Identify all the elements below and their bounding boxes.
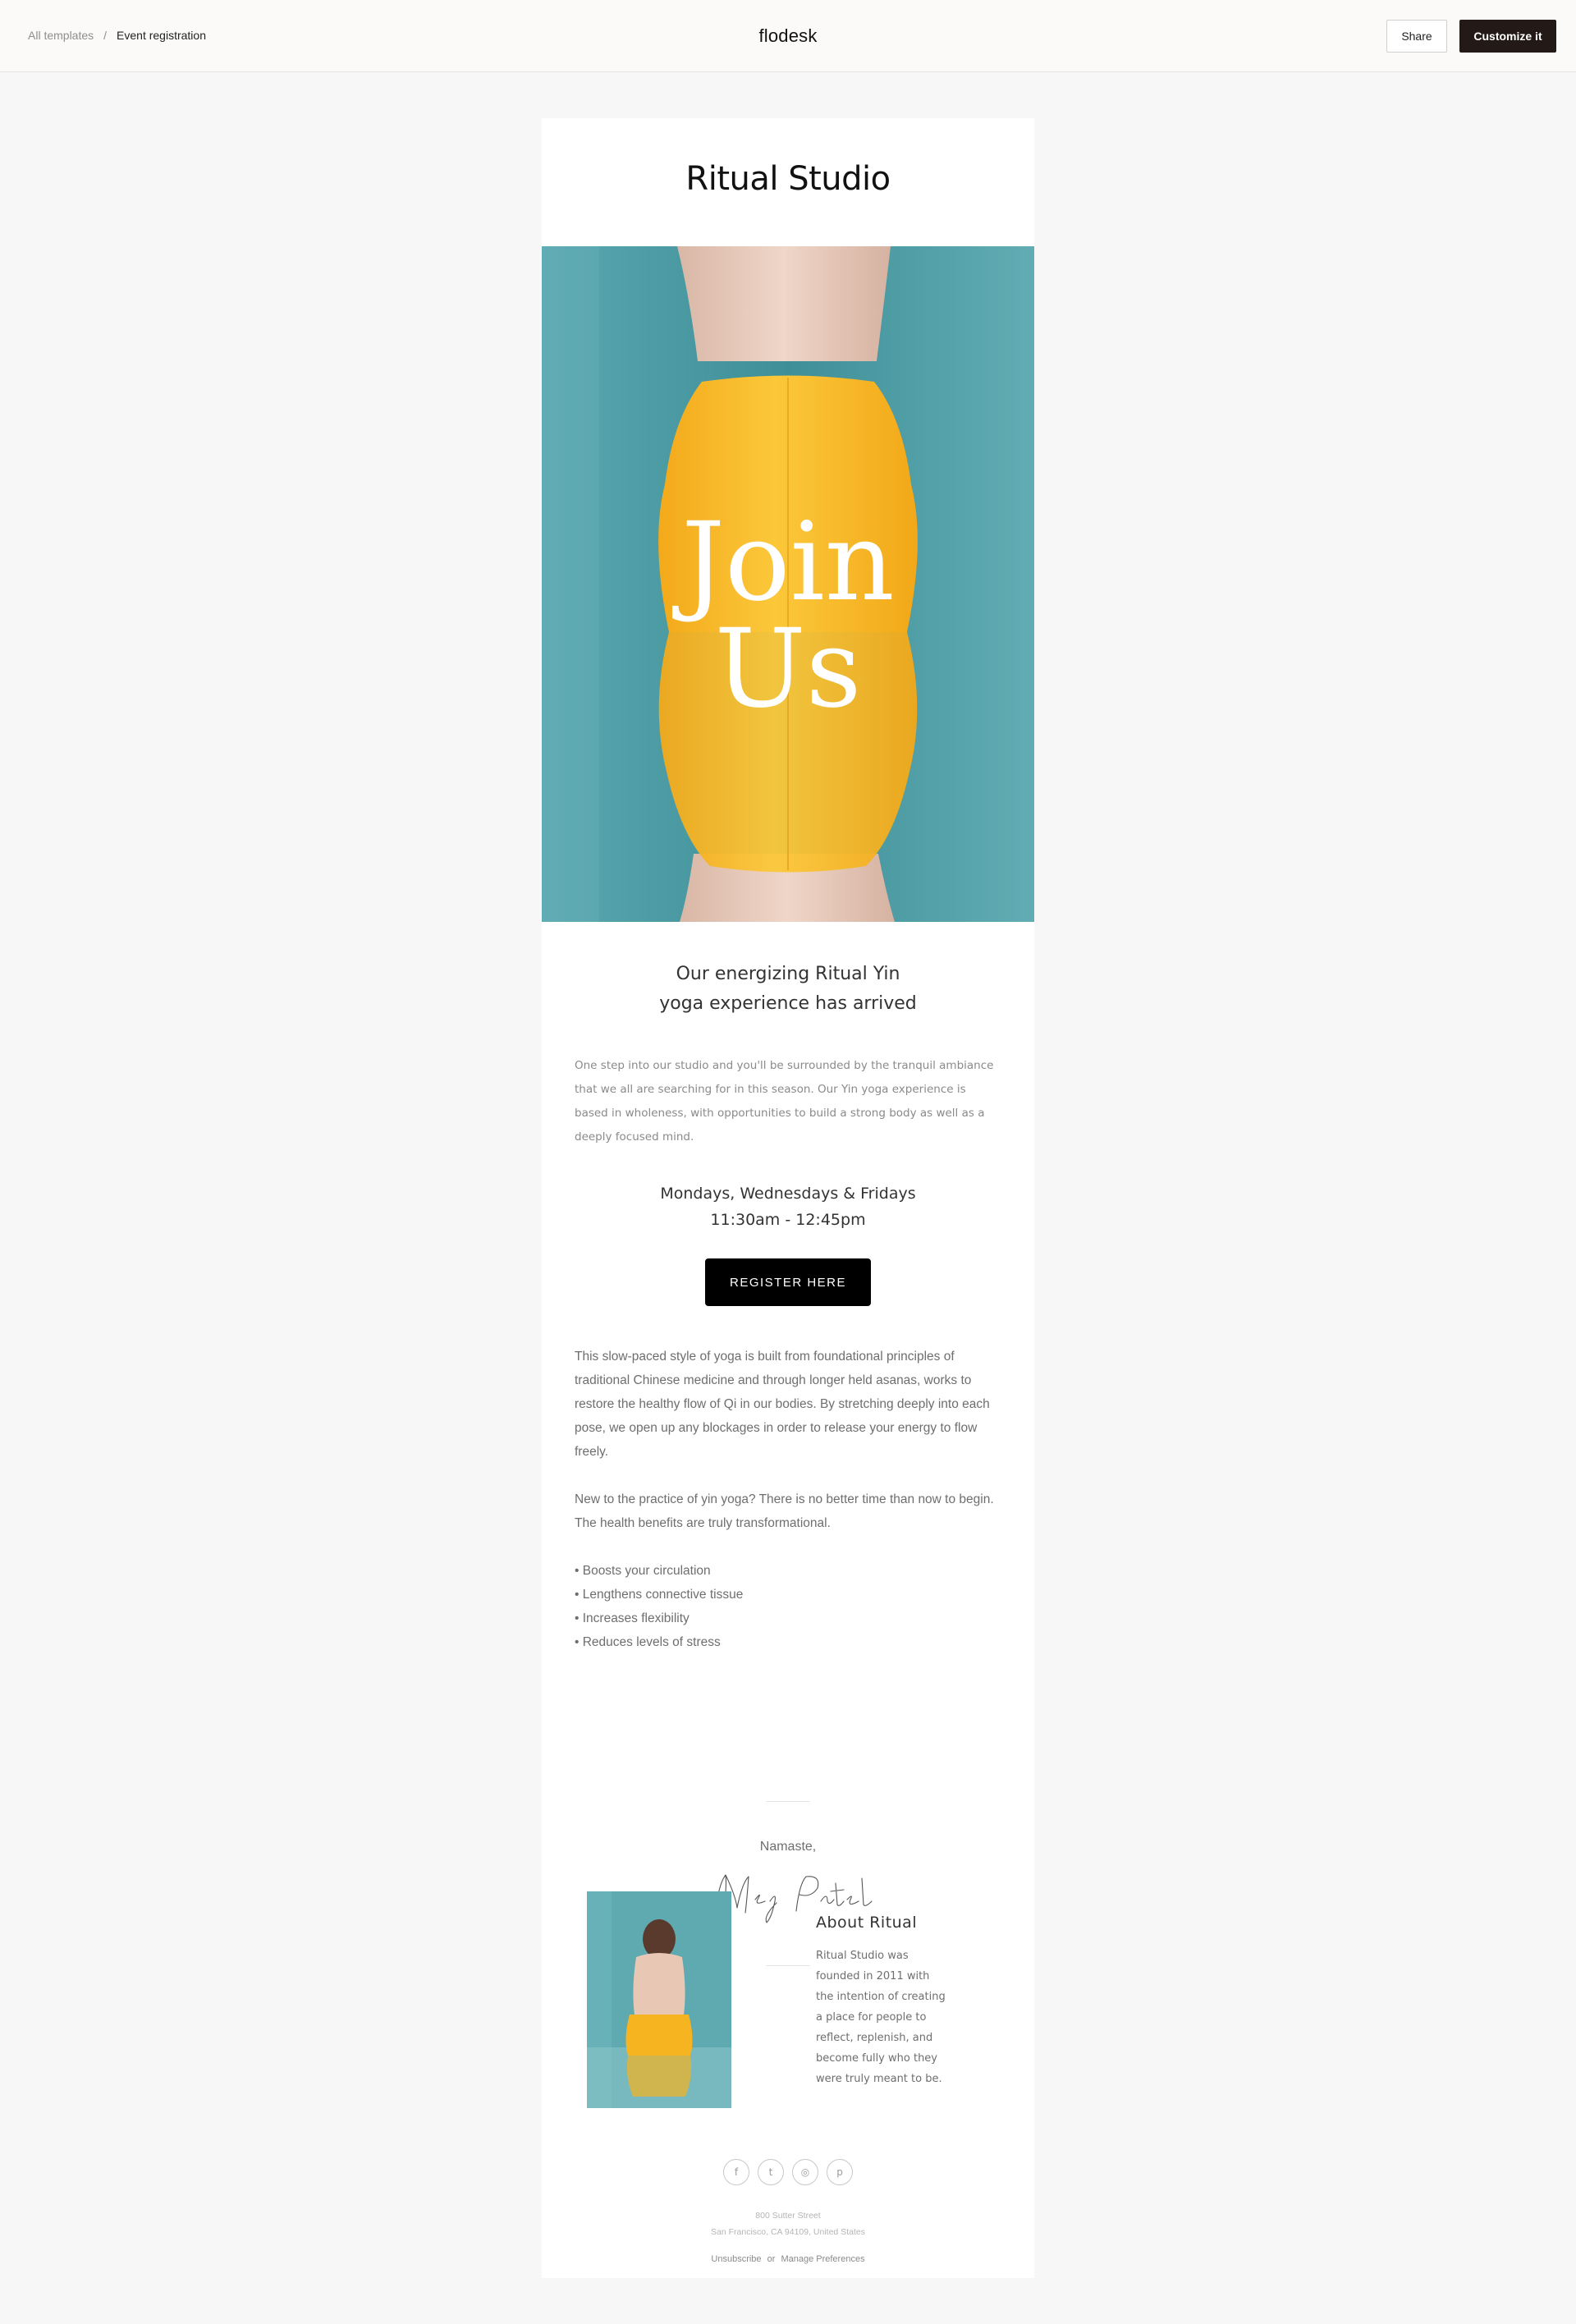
address-line-1: 800 Sutter Street: [755, 2211, 821, 2221]
hero-text-us: Us: [715, 606, 862, 732]
footer-or: or: [767, 2254, 776, 2264]
signoff: Namaste,: [759, 1840, 817, 1854]
divider-bottom: [766, 1965, 810, 1966]
divider-top: [766, 1801, 810, 1802]
list-item: • Boosts your circulation: [575, 1564, 711, 1578]
benefits-list: • Boosts your circulation • Lengthens co…: [575, 1559, 1001, 1654]
customize-button[interactable]: Customize it: [1459, 20, 1556, 53]
brand-logo[interactable]: flodesk: [0, 23, 1576, 49]
list-item: • Reduces levels of stress: [575, 1635, 721, 1649]
studio-title: Ritual Studio: [685, 160, 891, 198]
headline-line-2: yoga experience has arrived: [659, 993, 917, 1014]
schedule: Mondays, Wednesdays & Fridays 11:30am - …: [542, 1180, 1034, 1233]
body-paragraph-2: New to the practice of yin yoga? There i…: [575, 1492, 994, 1530]
register-button[interactable]: REGISTER HERE: [705, 1258, 871, 1306]
facebook-icon[interactable]: f: [723, 2159, 749, 2185]
pinterest-icon[interactable]: p: [827, 2159, 853, 2185]
headline: Our energizing Ritual Yin yoga experienc…: [542, 960, 1034, 1019]
unsubscribe-link[interactable]: Unsubscribe: [711, 2254, 761, 2264]
about-text: Ritual Studio was founded in 2011 with t…: [816, 1950, 946, 2085]
email-preview: Ritual Studio Join Us Our energizing Rit…: [542, 118, 1034, 2278]
schedule-time: 11:30am - 12:45pm: [710, 1211, 866, 1229]
social-links: f t ◎ p: [542, 2159, 1034, 2185]
instagram-icon[interactable]: ◎: [792, 2159, 818, 2185]
body-paragraph-1: This slow-paced style of yoga is built f…: [575, 1350, 990, 1459]
top-bar: All templates / Event registration flode…: [0, 0, 1576, 72]
list-item: • Increases flexibility: [575, 1611, 690, 1625]
twitter-icon[interactable]: t: [758, 2159, 784, 2185]
address-line-2: San Francisco, CA 94109, United States: [711, 2227, 865, 2237]
headline-line-1: Our energizing Ritual Yin: [676, 964, 900, 984]
address: 800 Sutter Street San Francisco, CA 9410…: [542, 2207, 1034, 2240]
about-image: [587, 1891, 731, 2108]
manage-preferences-link[interactable]: Manage Preferences: [781, 2254, 864, 2264]
about-title: About Ritual: [816, 1914, 918, 1932]
hero-image: Join Us: [542, 246, 1034, 922]
body-copy: This slow-paced style of yoga is built f…: [575, 1345, 1001, 1654]
list-item: • Lengthens connective tissue: [575, 1588, 744, 1602]
share-button[interactable]: Share: [1386, 20, 1447, 53]
intro-paragraph: One step into our studio and you'll be s…: [575, 1059, 994, 1144]
footer-links: Unsubscribe or Manage Preferences: [542, 2253, 1034, 2266]
schedule-days: Mondays, Wednesdays & Fridays: [660, 1185, 916, 1203]
